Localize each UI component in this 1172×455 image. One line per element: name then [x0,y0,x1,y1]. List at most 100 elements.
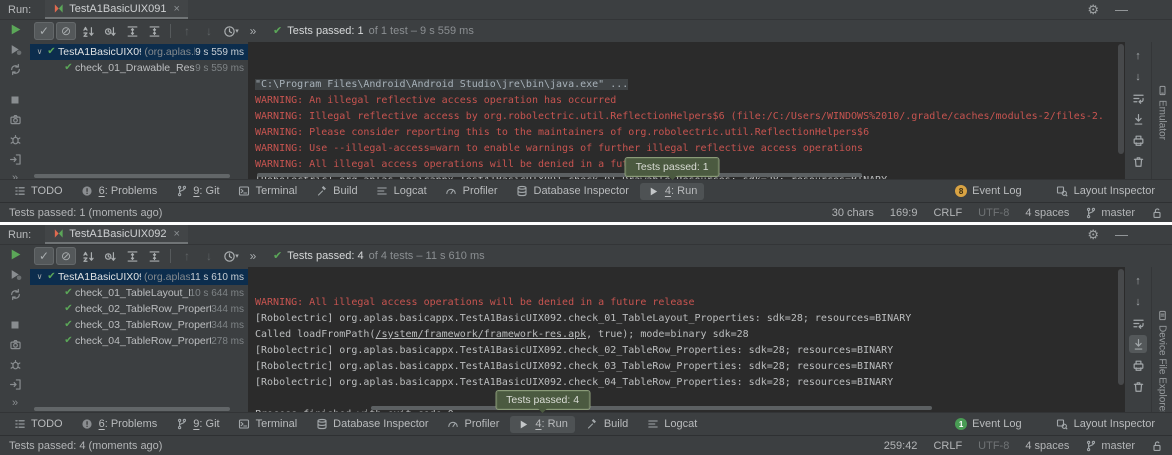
more-actions-button[interactable]: » [243,247,263,265]
coverage-icon[interactable] [7,358,23,371]
console-vertical-scrollbar[interactable] [1118,44,1124,154]
close-tab-icon[interactable]: × [173,3,179,15]
emulator-tool-button[interactable]: Emulator [1156,84,1168,140]
tool-window-button-build[interactable]: Build [579,416,635,433]
status-caret-position[interactable]: 169:9 [890,207,918,219]
soft-wrap-button[interactable] [1129,314,1147,332]
rerun-test-icon[interactable] [7,23,23,36]
coverage-icon[interactable] [7,133,23,146]
run-tab[interactable]: TestA1BasicUIX091 × [45,0,188,19]
thread-dump-icon[interactable] [7,338,23,351]
open-results-icon[interactable] [7,378,23,391]
test-tree-row[interactable]: ✔check_01_TableLayout_Properties10 s 644… [30,285,248,301]
rerun-failed-tests-icon[interactable] [7,43,23,56]
status-lock[interactable] [1151,207,1163,219]
event-log-button[interactable]: 1 Event Log [948,416,1029,432]
tool-window-button-problems[interactable]: 6: Problems [74,416,165,433]
layout-inspector-button[interactable]: Layout Inspector [1049,183,1162,200]
minimize-icon[interactable]: — [1115,3,1128,16]
status-selection-info[interactable]: 30 chars [832,207,874,219]
toggle-auto-test-icon[interactable] [7,288,23,301]
status-indent[interactable]: 4 spaces [1025,440,1069,452]
sort-by-duration-button[interactable] [100,247,120,265]
tool-window-button-run[interactable]: 4: RunTests passed: 4 [510,416,574,433]
tree-horizontal-scrollbar[interactable] [34,407,230,411]
test-history-button[interactable]: ▾ [221,247,241,265]
show-passed-button[interactable]: ✓ [34,22,54,40]
status-encoding[interactable]: UTF-8 [978,440,1009,452]
test-tree-row[interactable]: ✔check_02_TableRow_Properties344 ms [30,301,248,317]
stop-icon[interactable] [7,94,23,106]
tool-window-button-run[interactable]: 4: RunTests passed: 1 [640,183,704,200]
test-history-button[interactable]: ▾ [221,22,241,40]
console-horizontal-scrollbar[interactable] [371,406,932,410]
rerun-failed-tests-icon[interactable] [7,268,23,281]
minimize-icon[interactable]: — [1115,228,1128,241]
toggle-auto-test-icon[interactable] [7,63,23,76]
clear-all-button[interactable] [1129,152,1147,170]
scroll-to-end-button[interactable] [1129,335,1147,353]
clear-all-button[interactable] [1129,377,1147,395]
more-actions-button[interactable]: » [243,22,263,40]
collapse-all-button[interactable] [144,247,164,265]
settings-gear-icon[interactable]: ⚙ [1087,3,1099,16]
soft-wrap-button[interactable] [1129,89,1147,107]
tool-window-button-logcat[interactable]: Logcat [639,416,704,433]
scroll-up-button[interactable]: ↑ [1129,47,1147,65]
tool-window-button-problems[interactable]: 6: Problems [74,183,165,200]
sort-alphabetically-button[interactable] [78,22,98,40]
expander-icon[interactable]: ∨ [34,273,45,281]
show-ignored-button[interactable]: ⊘ [56,22,76,40]
sort-by-duration-button[interactable] [100,22,120,40]
test-tree-row[interactable]: ∨✔TestA1BasicUIX092(org.aplas.basica11 s… [30,269,248,285]
layout-inspector-button[interactable]: Layout Inspector [1049,416,1162,433]
expander-icon[interactable]: ∨ [34,48,45,56]
thread-dump-icon[interactable] [7,113,23,126]
show-passed-button[interactable]: ✓ [34,247,54,265]
expand-all-button[interactable] [122,22,142,40]
print-button[interactable] [1129,356,1147,374]
sort-alphabetically-button[interactable] [78,247,98,265]
tool-window-button-logcat[interactable]: Logcat [369,183,434,200]
tool-window-button-todo[interactable]: TODO [6,416,70,433]
open-results-icon[interactable] [7,153,23,166]
stop-icon[interactable] [7,319,23,331]
test-tree-row[interactable]: ✔check_03_TableRow_Properties344 ms [30,317,248,333]
status-indent[interactable]: 4 spaces [1025,207,1069,219]
tool-window-button-database[interactable]: Database Inspector [308,416,435,433]
test-tree-row[interactable]: ✔check_01_Drawable_Resources9 s 559 ms [30,60,248,76]
expand-all-button[interactable] [122,247,142,265]
tree-horizontal-scrollbar[interactable] [34,174,230,178]
show-ignored-button[interactable]: ⊘ [56,247,76,265]
status-line-separator[interactable]: CRLF [933,440,962,452]
console-vertical-scrollbar[interactable] [1118,269,1124,385]
console-horizontal-scrollbar[interactable] [257,173,862,177]
tool-window-button-todo[interactable]: TODO [6,183,70,200]
close-tab-icon[interactable]: × [173,228,179,240]
status-caret-position[interactable]: 259:42 [884,440,918,452]
tool-window-button-terminal[interactable]: Terminal [231,183,305,200]
console-output[interactable]: WARNING: All illegal access operations w… [248,267,1125,412]
status-encoding[interactable]: UTF-8 [978,207,1009,219]
device-file-explorer-tool-button[interactable]: Device File Explorer [1156,309,1168,412]
status-git-branch[interactable]: master [1085,207,1135,219]
event-log-button[interactable]: 8 Event Log [948,183,1029,199]
stripe-expander-icon[interactable]: » [7,398,23,409]
status-line-separator[interactable]: CRLF [933,207,962,219]
scroll-to-end-button[interactable] [1129,110,1147,128]
status-git-branch[interactable]: master [1085,440,1135,452]
settings-gear-icon[interactable]: ⚙ [1087,228,1099,241]
print-button[interactable] [1129,131,1147,149]
tool-window-button-database[interactable]: Database Inspector [509,183,636,200]
tool-window-button-profiler[interactable]: Profiler [440,416,507,433]
tool-window-button-terminal[interactable]: Terminal [231,416,305,433]
run-tab[interactable]: TestA1BasicUIX092 × [45,225,188,244]
collapse-all-button[interactable] [144,22,164,40]
test-tree-row[interactable]: ✔check_04_TableRow_Properties278 ms [30,333,248,349]
tool-window-button-build[interactable]: Build [308,183,364,200]
tool-window-button-profiler[interactable]: Profiler [438,183,505,200]
scroll-down-button[interactable]: ↓ [1129,68,1147,86]
scroll-up-button[interactable]: ↑ [1129,272,1147,290]
rerun-test-icon[interactable] [7,248,23,261]
status-lock[interactable] [1151,440,1163,452]
